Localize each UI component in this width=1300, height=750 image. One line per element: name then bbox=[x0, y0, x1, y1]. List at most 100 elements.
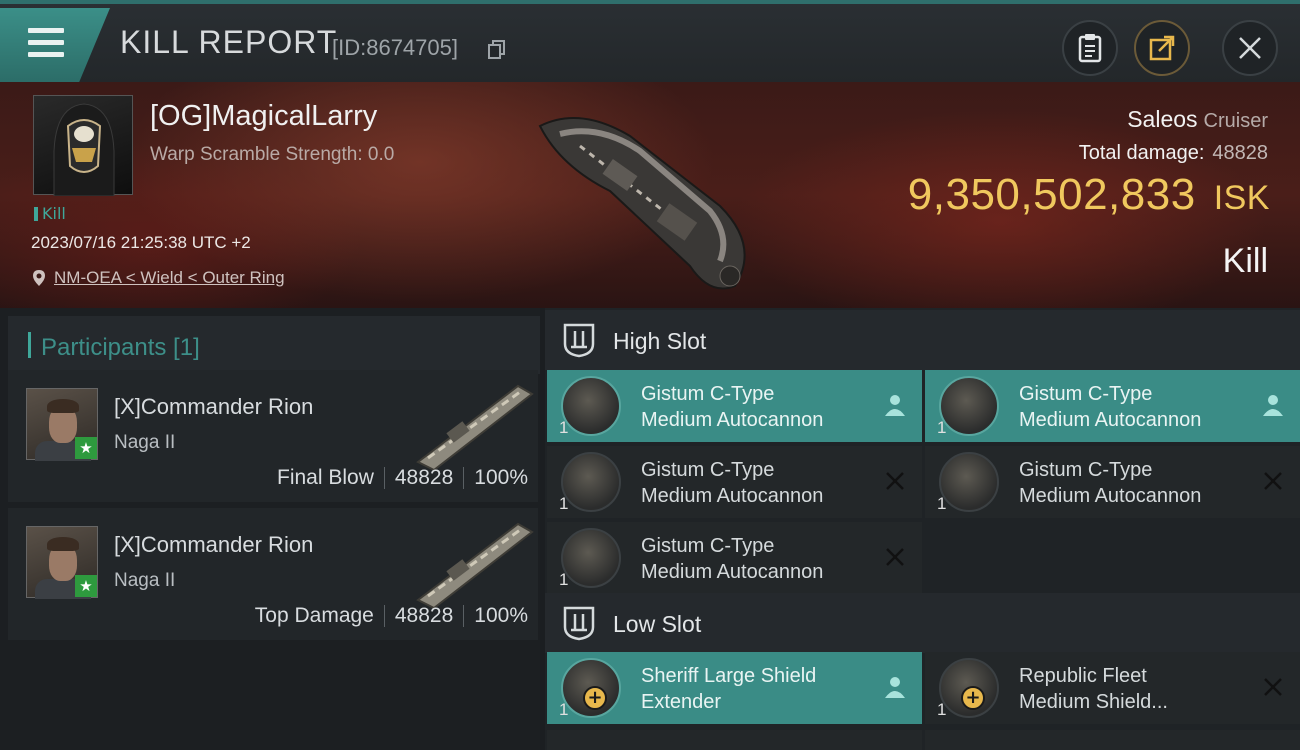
stat-divider bbox=[463, 467, 465, 489]
kill-result: Kill bbox=[1222, 242, 1268, 280]
weapon-icon bbox=[416, 384, 534, 472]
participant-avatar[interactable]: ★ bbox=[26, 526, 98, 599]
copy-icon[interactable] bbox=[488, 40, 506, 60]
ship-class: Cruiser bbox=[1203, 110, 1268, 132]
participant-damage: 48828 bbox=[394, 466, 454, 489]
victim-pilot-name[interactable]: [OG]MagicalLarry bbox=[150, 100, 377, 133]
high-slot-icon bbox=[563, 323, 595, 358]
low-slot-label: Low Slot bbox=[613, 611, 702, 637]
module-name-line2: Medium Autocannon bbox=[1019, 409, 1202, 431]
header-accent-bar bbox=[28, 332, 31, 358]
participant-avatar[interactable]: ★ bbox=[26, 388, 98, 461]
module-slot-partial[interactable] bbox=[925, 730, 1300, 750]
participant-stats: Final Blow 48828 100% bbox=[277, 466, 528, 490]
module-name-line1: Gistum C-Type bbox=[641, 459, 775, 481]
helmet-portrait-icon bbox=[53, 103, 115, 197]
module-name-line1: Sheriff Large Shield bbox=[641, 665, 817, 687]
module-qty: 1 bbox=[559, 418, 569, 437]
ship-render-image bbox=[538, 117, 746, 290]
kill-id: [ID:8674705] bbox=[332, 35, 458, 60]
person-icon bbox=[885, 395, 905, 416]
isk-unit: ISK bbox=[1213, 179, 1270, 217]
participants-panel: Participants [1] ★ [X]Commander Rion Nag… bbox=[0, 308, 540, 750]
x-icon bbox=[1264, 472, 1282, 490]
total-damage-value: 48828 bbox=[1212, 142, 1268, 164]
kill-datetime: 2023/07/16 21:25:38 UTC +2 bbox=[31, 233, 251, 252]
x-icon bbox=[1264, 678, 1282, 696]
star-icon: ★ bbox=[75, 437, 97, 459]
high-slot-label: High Slot bbox=[613, 328, 707, 354]
module-qty: 1 bbox=[559, 700, 569, 719]
share-button[interactable] bbox=[1134, 20, 1190, 76]
module-name-line2: Medium Shield... bbox=[1019, 691, 1168, 713]
stat-divider bbox=[383, 605, 385, 627]
participant-name[interactable]: [X]Commander Rion bbox=[114, 394, 313, 420]
victim-avatar[interactable] bbox=[33, 95, 133, 197]
person-icon bbox=[885, 677, 905, 698]
star-icon: ★ bbox=[75, 575, 97, 597]
participant-damage: 48828 bbox=[394, 604, 454, 627]
location-link[interactable]: NM-OEA < Wield < Outer Ring bbox=[54, 268, 285, 288]
participant-card[interactable]: ★ [X]Commander Rion Naga II Final Blow 4… bbox=[8, 370, 538, 502]
participant-name[interactable]: [X]Commander Rion bbox=[114, 532, 313, 558]
module-slot[interactable]: + 1 Republic Fleet Medium Shield... bbox=[925, 652, 1300, 724]
participant-percent: 100% bbox=[474, 604, 528, 627]
plus-icon: + bbox=[583, 686, 607, 710]
module-name-line2: Medium Autocannon bbox=[641, 485, 824, 507]
x-icon bbox=[886, 472, 904, 490]
module-name-line1: Gistum C-Type bbox=[641, 535, 775, 557]
autocannon-icon bbox=[561, 528, 621, 588]
module-name-line1: Gistum C-Type bbox=[641, 383, 775, 405]
module-slot[interactable]: 1 Gistum C-Type Medium Autocannon bbox=[925, 446, 1300, 518]
module-qty: 1 bbox=[559, 494, 569, 513]
module-qty: 1 bbox=[937, 700, 947, 719]
x-icon bbox=[886, 548, 904, 566]
module-slot[interactable]: 1 Gistum C-Type Medium Autocannon bbox=[925, 370, 1300, 442]
stat-divider bbox=[463, 605, 465, 627]
module-name-line2: Extender bbox=[641, 691, 722, 713]
stat-divider bbox=[383, 467, 385, 489]
plus-icon: + bbox=[961, 686, 985, 710]
close-icon bbox=[1239, 37, 1261, 59]
autocannon-icon bbox=[561, 376, 621, 436]
module-slot[interactable]: 1 Gistum C-Type Medium Autocannon bbox=[547, 522, 922, 594]
module-qty: 1 bbox=[937, 418, 947, 437]
module-name-line2: Medium Autocannon bbox=[641, 409, 824, 431]
participant-card[interactable]: ★ [X]Commander Rion Naga II Top Damage 4… bbox=[8, 508, 538, 640]
low-slot-header: Low Slot bbox=[545, 593, 1300, 653]
module-slot[interactable]: 1 Gistum C-Type Medium Autocannon bbox=[547, 370, 922, 442]
participant-role: Top Damage bbox=[254, 604, 374, 627]
participant-ship: Naga II bbox=[114, 432, 176, 453]
total-damage-label: Total damage: bbox=[1078, 142, 1205, 164]
warp-scramble-strength: Warp Scramble Strength: 0.0 bbox=[150, 144, 395, 165]
clipboard-icon bbox=[1078, 34, 1102, 63]
module-name-line1: Gistum C-Type bbox=[1019, 383, 1153, 405]
module-slot[interactable]: + 1 Sheriff Large Shield Extender bbox=[547, 652, 922, 724]
close-button[interactable] bbox=[1222, 20, 1278, 76]
page-title: KILL REPORT bbox=[120, 24, 338, 60]
share-icon bbox=[1149, 35, 1175, 61]
total-damage: Total damage: 48828 bbox=[1079, 142, 1268, 165]
module-slot[interactable]: 1 Gistum C-Type Medium Autocannon bbox=[547, 446, 922, 518]
isk-value: 9,350,502,833 ISK bbox=[908, 170, 1270, 220]
fitting-panel: High Slot 1 Gistum C-Type Medium Autocan… bbox=[545, 308, 1300, 750]
person-icon bbox=[1263, 395, 1283, 416]
autocannon-icon bbox=[939, 452, 999, 512]
clipboard-button[interactable] bbox=[1062, 20, 1118, 76]
hamburger-icon bbox=[28, 28, 64, 64]
participant-ship: Naga II bbox=[114, 570, 176, 591]
kill-summary: [OG]MagicalLarry Warp Scramble Strength:… bbox=[0, 82, 1300, 308]
module-slot-partial[interactable] bbox=[547, 730, 922, 750]
kill-location[interactable]: NM-OEA < Wield < Outer Ring bbox=[32, 268, 285, 288]
module-name-line2: Medium Autocannon bbox=[641, 561, 824, 583]
high-slot-header: High Slot bbox=[545, 310, 1300, 370]
participants-header: Participants [1] bbox=[8, 316, 540, 374]
module-name-line1: Republic Fleet bbox=[1019, 665, 1147, 687]
autocannon-icon bbox=[939, 376, 999, 436]
menu-button[interactable] bbox=[0, 8, 110, 82]
title-bar: KILL REPORT [ID:8674705] bbox=[0, 0, 1300, 82]
module-name-line2: Medium Autocannon bbox=[1019, 485, 1202, 507]
victim-ship[interactable]: Saleos Cruiser bbox=[1127, 106, 1268, 133]
autocannon-icon bbox=[561, 452, 621, 512]
participant-role: Final Blow bbox=[277, 466, 374, 489]
